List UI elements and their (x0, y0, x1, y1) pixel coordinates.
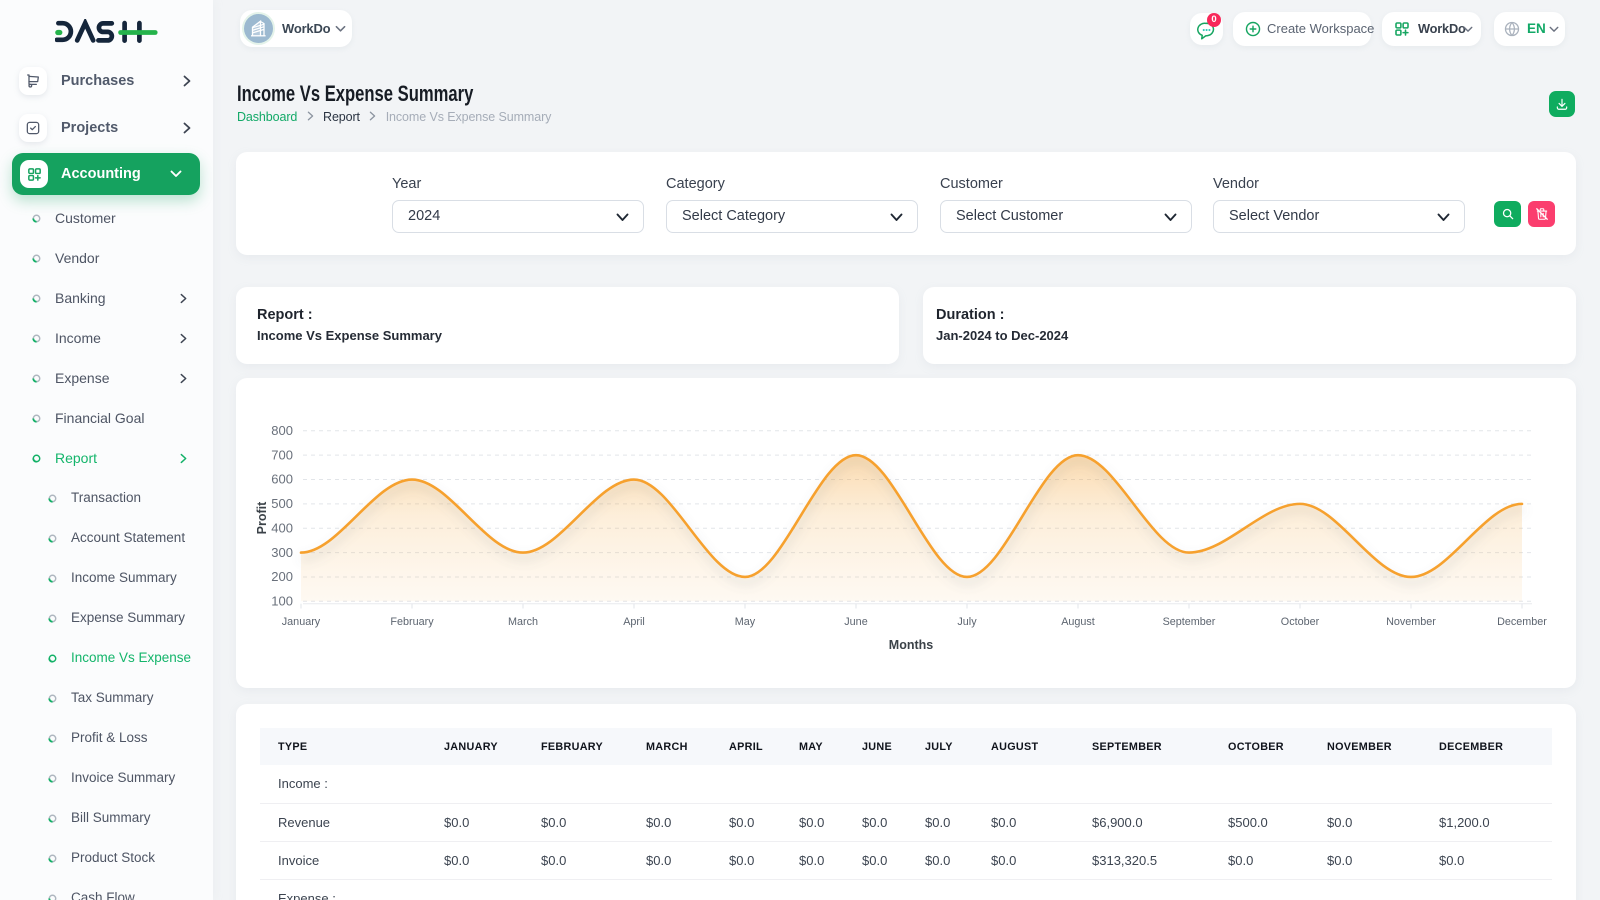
svg-text:August: August (1061, 616, 1095, 628)
svg-text:December: December (1497, 616, 1547, 628)
svg-text:March: March (508, 616, 538, 628)
svg-text:January: January (282, 616, 321, 628)
svg-text:November: November (1386, 616, 1436, 628)
svg-text:Profit: Profit (255, 501, 269, 534)
svg-text:July: July (957, 616, 977, 628)
svg-text:400: 400 (271, 520, 293, 535)
svg-text:October: October (1281, 616, 1320, 628)
svg-text:Months: Months (889, 638, 933, 652)
svg-text:April: April (623, 616, 645, 628)
svg-text:500: 500 (271, 496, 293, 511)
svg-text:February: February (390, 616, 434, 628)
svg-text:200: 200 (271, 569, 293, 584)
svg-text:June: June (844, 616, 867, 628)
svg-text:May: May (735, 616, 756, 628)
svg-text:700: 700 (271, 447, 293, 462)
svg-text:600: 600 (271, 472, 293, 487)
svg-text:September: September (1163, 616, 1216, 628)
svg-text:300: 300 (271, 545, 293, 560)
svg-text:800: 800 (271, 423, 293, 438)
svg-text:100: 100 (271, 594, 293, 609)
